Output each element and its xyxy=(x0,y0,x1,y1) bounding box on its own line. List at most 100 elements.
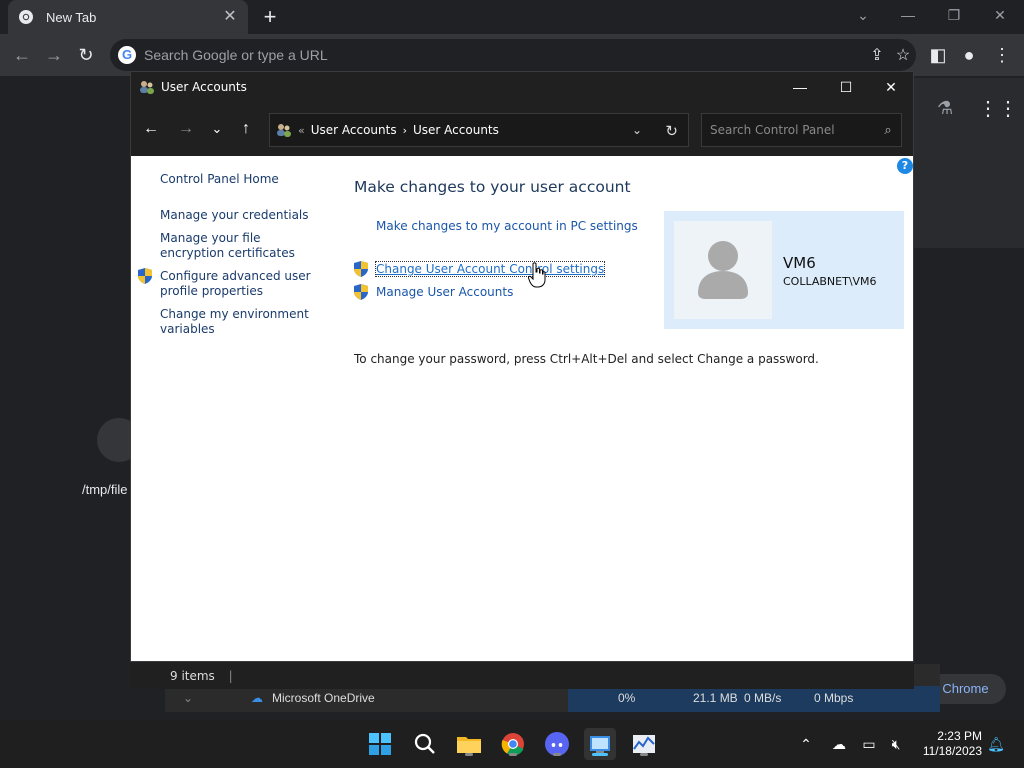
control-panel-button[interactable] xyxy=(584,728,616,760)
chrome-toolbar: ← → ↻ G Search Google or type a URL ⇪ ☆ … xyxy=(0,34,1024,76)
running-indicator xyxy=(640,753,648,756)
onedrive-icon: ☁ xyxy=(251,691,263,705)
disk-value: 0 MB/s xyxy=(744,691,782,705)
display-icon[interactable]: ▭ xyxy=(859,734,879,754)
password-note: To change your password, press Ctrl+Alt+… xyxy=(354,352,819,366)
cpu-value: 0% xyxy=(618,691,636,705)
process-name: Microsoft OneDrive xyxy=(272,691,375,705)
network-value: 0 Mbps xyxy=(814,691,854,705)
status-bar: 9 items | xyxy=(130,663,914,689)
item-count: 9 items xyxy=(170,669,215,683)
labs-flask-icon[interactable]: ⚗ xyxy=(937,98,953,119)
hand-cursor-icon xyxy=(528,262,546,288)
user-domain: COLLABNET\VM6 xyxy=(783,275,877,288)
show-hidden-icons-icon[interactable]: ⌃ xyxy=(796,734,816,754)
forward-arrow-icon[interactable]: → xyxy=(174,118,198,140)
user-name: VM6 xyxy=(783,254,816,272)
user-accounts-icon xyxy=(277,124,291,137)
tab-title: New Tab xyxy=(46,9,97,25)
back-icon[interactable]: ← xyxy=(10,43,34,67)
search-input[interactable] xyxy=(710,123,875,137)
omnibox[interactable]: G Search Google or type a URL ⇪ ☆ xyxy=(110,39,916,71)
minimize-icon[interactable]: — xyxy=(893,4,923,26)
file-encryption-link[interactable]: Manage your file encryption certificates xyxy=(160,231,320,261)
uac-settings-link[interactable]: Change User Account Control settings xyxy=(374,261,606,277)
page-title: Make changes to your user account xyxy=(354,178,631,196)
close-icon[interactable]: ✕ xyxy=(985,4,1015,26)
file-explorer-button[interactable] xyxy=(453,728,485,760)
search-icon[interactable]: ⌕ xyxy=(875,122,901,138)
start-button[interactable] xyxy=(364,728,396,760)
active-indicator xyxy=(592,753,608,756)
recent-locations-icon[interactable]: ⌄ xyxy=(205,118,229,140)
omnibox-placeholder: Search Google or type a URL xyxy=(144,47,328,63)
search-control-panel[interactable]: ⌕ xyxy=(701,113,902,147)
discord-button[interactable] xyxy=(541,728,573,760)
uac-shield-icon xyxy=(138,268,152,284)
running-indicator xyxy=(509,753,517,756)
shortcut-file-label: /tmp/file xyxy=(82,482,128,497)
volume-muted-icon[interactable]: 🔇︎ xyxy=(886,734,906,754)
breadcrumb-chevron-icon[interactable]: › xyxy=(403,124,407,137)
user-accounts-icon xyxy=(140,81,154,94)
back-arrow-icon[interactable]: ← xyxy=(139,118,163,140)
window-close-icon[interactable]: ✕ xyxy=(868,72,914,102)
tab-new-tab[interactable]: New Tab ✕ xyxy=(8,0,248,34)
chrome-button[interactable] xyxy=(497,728,529,760)
window-maximize-icon[interactable]: ☐ xyxy=(823,72,869,102)
expand-icon[interactable]: ⌄ xyxy=(183,691,193,705)
uac-shield-icon xyxy=(354,284,368,300)
clock-time: 2:23 PM xyxy=(937,729,982,743)
apps-grid-icon[interactable]: ⋮⋮⋮ xyxy=(978,96,1024,121)
user-accounts-window: User Accounts — ☐ ✕ ← → ⌄ ↑ « User Accou… xyxy=(130,71,914,662)
running-indicator xyxy=(465,753,473,756)
address-dropdown-icon[interactable]: ⌄ xyxy=(632,123,642,137)
explorer-navbar: ← → ⌄ ↑ « User Accounts › User Accounts … xyxy=(131,102,913,156)
window-titlebar[interactable]: User Accounts — ☐ ✕ xyxy=(131,72,913,102)
reload-icon[interactable]: ↻ xyxy=(74,43,98,67)
pc-settings-link[interactable]: Make changes to my account in PC setting… xyxy=(376,219,638,233)
profile-icon[interactable]: ● xyxy=(957,43,981,67)
control-panel-home-link[interactable]: Control Panel Home xyxy=(160,172,320,187)
restore-icon[interactable]: ❐ xyxy=(939,4,969,26)
onedrive-offline-icon[interactable]: ☁ xyxy=(829,734,849,754)
notification-bell-icon[interactable]: 🔔︎ xyxy=(986,734,1006,754)
advanced-profile-link[interactable]: Configure advanced user profile properti… xyxy=(160,269,320,299)
clock[interactable]: 2:23 PM 11/18/2023 xyxy=(912,729,982,759)
google-icon: G xyxy=(118,46,136,64)
refresh-icon[interactable]: ↻ xyxy=(665,122,678,140)
running-indicator xyxy=(553,753,561,756)
close-tab-icon[interactable]: ✕ xyxy=(222,9,238,25)
user-account-card: VM6 COLLABNET\VM6 xyxy=(664,211,904,329)
menu-icon[interactable]: ⋮ xyxy=(990,43,1014,67)
window-content: ? Control Panel Home Manage your credent… xyxy=(131,156,913,661)
manage-credentials-link[interactable]: Manage your credentials xyxy=(160,208,320,223)
forward-icon[interactable]: → xyxy=(42,43,66,67)
search-button[interactable] xyxy=(409,728,441,760)
table-row[interactable]: ⌄ ☁ Microsoft OneDrive 0% 21.1 MB 0 MB/s… xyxy=(165,686,940,712)
tab-search-icon[interactable]: ⌄ xyxy=(848,4,878,26)
side-panel-icon[interactable]: ◧ xyxy=(926,43,950,67)
manage-user-accounts-link[interactable]: Manage User Accounts xyxy=(376,285,513,299)
task-manager-button[interactable] xyxy=(628,728,660,760)
environment-variables-link[interactable]: Change my environment variables xyxy=(160,307,320,337)
memory-value: 21.1 MB xyxy=(693,691,738,705)
chrome-favicon-icon xyxy=(19,10,33,24)
breadcrumb-item[interactable]: User Accounts xyxy=(311,123,397,137)
windows-taskbar: ⌃ ☁ ▭ 🔇︎ 2:23 PM 11/18/2023 🔔︎ xyxy=(0,720,1024,768)
window-minimize-icon[interactable]: — xyxy=(777,72,823,102)
bookmark-star-icon[interactable]: ☆ xyxy=(890,45,916,65)
address-bar[interactable]: « User Accounts › User Accounts ⌄ ↻ xyxy=(269,113,689,147)
breadcrumb-overflow-icon[interactable]: « xyxy=(298,124,305,137)
breadcrumb-item[interactable]: User Accounts xyxy=(413,123,499,137)
user-silhouette-icon xyxy=(698,241,748,299)
windows-logo-icon xyxy=(369,733,391,755)
help-icon[interactable]: ? xyxy=(897,158,913,174)
new-tab-button[interactable]: + xyxy=(258,6,282,28)
up-arrow-icon[interactable]: ↑ xyxy=(234,118,258,140)
share-icon[interactable]: ⇪ xyxy=(864,45,890,65)
status-divider: | xyxy=(228,669,233,683)
chrome-tab-strip: New Tab ✕ + ⌄ — ❐ ✕ xyxy=(0,0,1024,34)
avatar xyxy=(674,221,772,319)
clock-date: 11/18/2023 xyxy=(922,744,982,758)
